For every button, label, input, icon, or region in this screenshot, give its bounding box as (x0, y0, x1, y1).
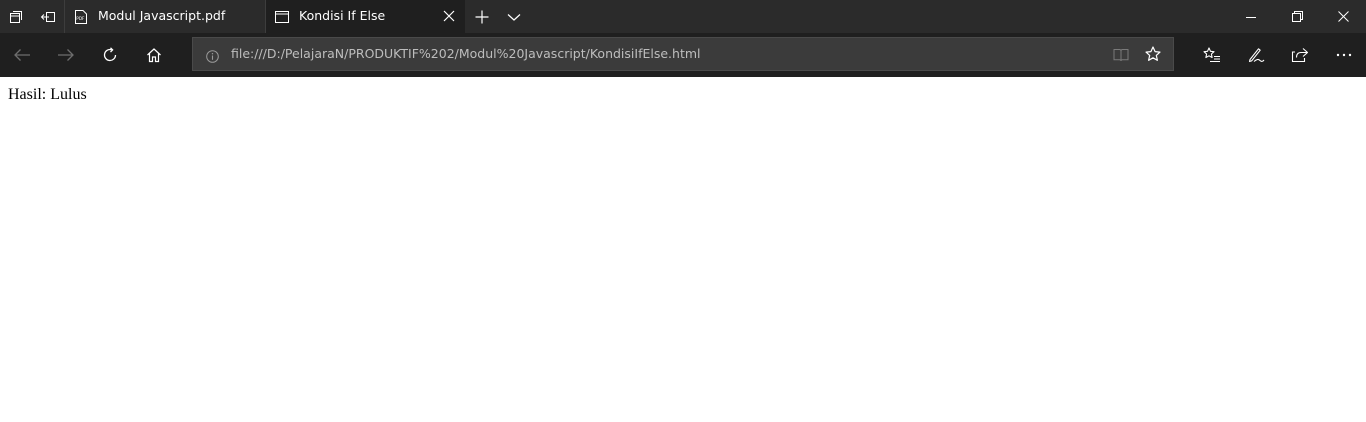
info-icon[interactable] (206, 48, 219, 67)
more-icon[interactable] (1322, 33, 1366, 77)
set-aside-tabs-icon[interactable] (32, 0, 64, 33)
forward-arrow-icon[interactable] (44, 33, 88, 77)
pdf-icon: PDF (73, 9, 89, 28)
pen-icon[interactable] (1234, 33, 1278, 77)
plus-icon[interactable] (466, 0, 498, 33)
minimize-icon[interactable] (1228, 0, 1274, 33)
chevron-down-icon[interactable] (498, 0, 530, 33)
book-icon[interactable] (1113, 47, 1129, 66)
restore-icon[interactable] (1274, 0, 1320, 33)
window-close-icon[interactable] (1320, 0, 1366, 33)
star-icon[interactable] (1145, 46, 1161, 66)
tab-kondisi-if-else[interactable]: Kondisi If Else (266, 0, 465, 33)
address-url[interactable]: file:///D:/PelajaraN/PRODUKTIF%202/Modul… (231, 46, 701, 61)
share-icon[interactable] (1278, 33, 1322, 77)
tab-modul-javascript[interactable]: PDF Modul Javascript.pdf (64, 0, 266, 33)
address-bar[interactable]: file:///D:/PelajaraN/PRODUKTIF%202/Modul… (192, 37, 1174, 71)
tab-title: Kondisi If Else (299, 8, 386, 23)
navigation-toolbar: file:///D:/PelajaraN/PRODUKTIF%202/Modul… (0, 33, 1366, 77)
page-content: Hasil: Lulus (0, 77, 1366, 422)
result-text: Hasil: Lulus (8, 86, 87, 103)
close-icon[interactable] (441, 8, 457, 24)
back-arrow-icon[interactable] (0, 33, 44, 77)
tab-title: Modul Javascript.pdf (98, 8, 226, 23)
svg-text:PDF: PDF (76, 16, 85, 21)
tab-manager-icon[interactable] (0, 0, 32, 33)
favorites-list-icon[interactable] (1190, 33, 1234, 77)
title-bar: PDF Modul Javascript.pdf Kondisi If Else (0, 0, 1366, 33)
refresh-icon[interactable] (88, 33, 132, 77)
page-icon (274, 9, 290, 28)
home-icon[interactable] (132, 33, 176, 77)
